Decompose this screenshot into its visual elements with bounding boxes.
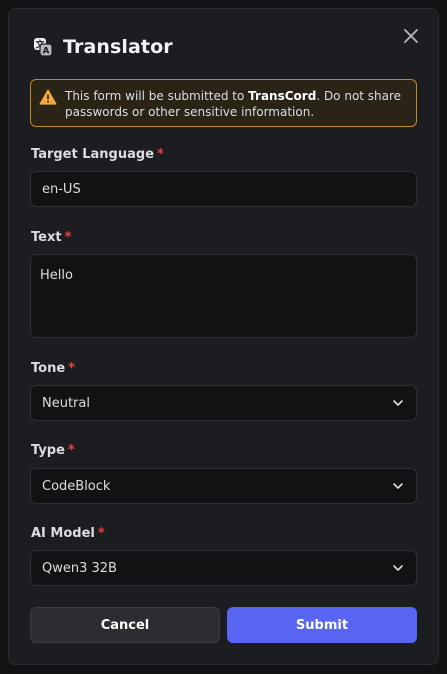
- svg-text:A: A: [43, 47, 50, 57]
- text-textarea[interactable]: Hello: [30, 254, 417, 338]
- required-mark: *: [64, 230, 72, 245]
- dialog-header: 文 A Translator: [33, 35, 173, 59]
- ai-model-select[interactable]: Qwen3 32B: [30, 550, 417, 586]
- dialog-title: Translator: [63, 36, 173, 58]
- chevron-down-icon: [393, 400, 403, 406]
- target-language-input[interactable]: [30, 171, 417, 207]
- translate-icon: 文 A: [34, 38, 53, 57]
- required-mark: *: [67, 443, 75, 458]
- warning-prefix: This form will be submitted to: [65, 89, 249, 103]
- cancel-button[interactable]: Cancel: [30, 607, 220, 643]
- required-mark: *: [97, 526, 105, 541]
- translator-dialog: 文 A Translator This form will be submitt…: [8, 8, 439, 665]
- tone-label: Tone *: [31, 361, 75, 376]
- target-language-label: Target Language *: [31, 147, 164, 162]
- text-label: Text *: [31, 230, 72, 245]
- type-label: Type *: [31, 443, 75, 458]
- tone-select[interactable]: Neutral: [30, 385, 417, 421]
- tone-value: Neutral: [42, 395, 90, 411]
- chevron-down-icon: [393, 483, 403, 489]
- ai-model-label: AI Model *: [31, 526, 105, 541]
- type-value: CodeBlock: [42, 478, 111, 494]
- close-icon[interactable]: [400, 25, 422, 47]
- ai-model-value: Qwen3 32B: [42, 560, 117, 576]
- warning-icon: [39, 89, 57, 105]
- required-mark: *: [68, 361, 75, 376]
- chevron-down-icon: [393, 565, 403, 571]
- required-mark: *: [157, 147, 164, 162]
- warning-banner: This form will be submitted to TransCord…: [30, 79, 417, 127]
- warning-app-name: TransCord: [248, 89, 317, 103]
- type-select[interactable]: CodeBlock: [30, 468, 417, 504]
- submit-button[interactable]: Submit: [227, 607, 417, 643]
